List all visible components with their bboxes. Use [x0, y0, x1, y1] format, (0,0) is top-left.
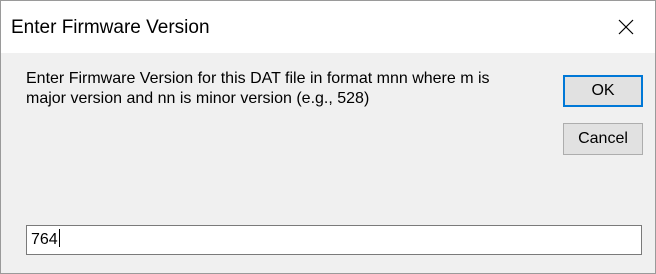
- firmware-version-input[interactable]: 764: [26, 225, 642, 255]
- ok-button[interactable]: OK: [563, 75, 643, 107]
- dialog-title: Enter Firmware Version: [11, 17, 210, 38]
- prompt-text: Enter Firmware Version for this DAT file…: [26, 70, 490, 107]
- input-value: 764: [31, 231, 58, 248]
- cancel-button[interactable]: Cancel: [563, 123, 643, 155]
- text-caret: [58, 229, 60, 247]
- title-bar[interactable]: Enter Firmware Version: [1, 1, 655, 53]
- close-icon: [618, 19, 634, 35]
- close-button[interactable]: [597, 1, 655, 53]
- dialog-body: Enter Firmware Version for this DAT file…: [1, 53, 655, 273]
- firmware-version-dialog: Enter Firmware Version Enter Firmware Ve…: [0, 0, 656, 274]
